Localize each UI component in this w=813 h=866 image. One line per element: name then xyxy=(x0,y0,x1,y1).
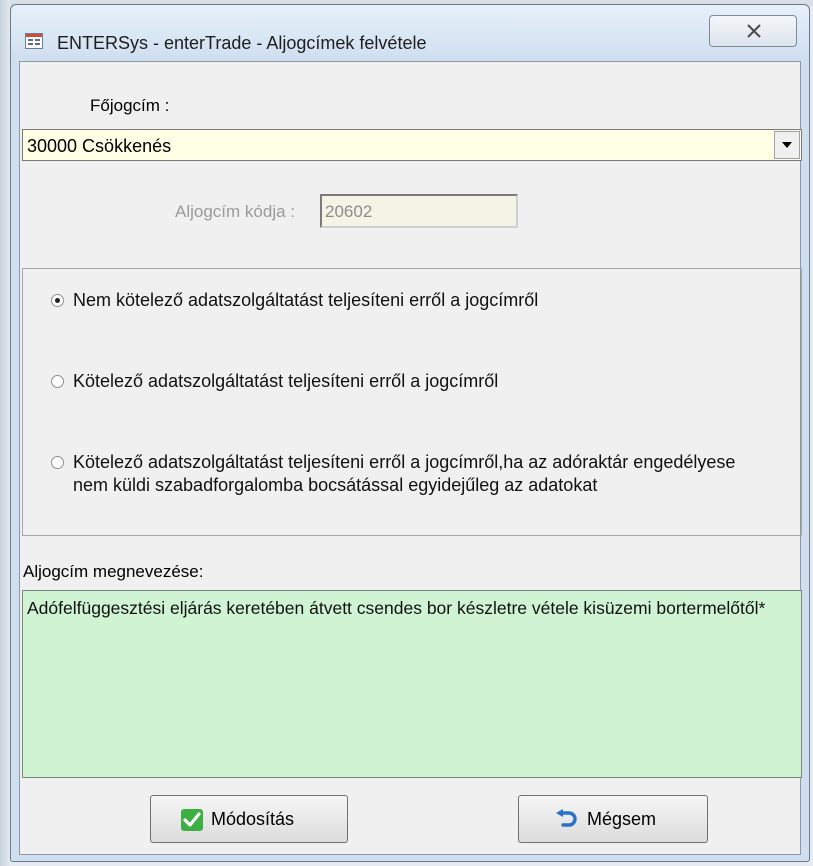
radio-kotelezo-ha[interactable] xyxy=(51,456,64,469)
aljogcim-kod-label: Aljogcím kódja : xyxy=(175,202,295,221)
radio-kotelezo[interactable] xyxy=(51,375,64,388)
radio-nem-kotelezo[interactable] xyxy=(51,294,64,307)
option-label: Kötelező adatszolgáltatást teljesíteni e… xyxy=(73,452,736,495)
checkmark-icon xyxy=(181,809,203,836)
undo-icon xyxy=(555,809,577,836)
megnevezes-textarea[interactable]: Adófelfüggesztési eljárás keretében átve… xyxy=(22,590,802,778)
fojogcim-select[interactable]: 30000 Csökkenés xyxy=(22,129,802,161)
megnevezes-label: Aljogcím megnevezése: xyxy=(23,562,204,581)
aljogcim-kod-field[interactable]: 20602 xyxy=(320,194,518,228)
chevron-down-icon xyxy=(782,142,792,148)
megsem-button[interactable]: Mégsem xyxy=(518,795,708,843)
dialog-body: Főjogcím : 30000 Csökkenés Aljogcím kódj… xyxy=(19,61,802,855)
dialog-window: ENTERSys - enterTrade - Aljogcímek felvé… xyxy=(10,4,810,862)
close-icon xyxy=(747,24,761,38)
fojogcim-label: Főjogcím : xyxy=(90,96,170,115)
dropdown-button[interactable] xyxy=(774,131,800,159)
adatszolgaltatas-group: Nem kötelező adatszolgáltatást teljesíte… xyxy=(22,268,802,536)
modositas-button[interactable]: Módosítás xyxy=(150,795,348,843)
option-label: Kötelező adatszolgáltatást teljesíteni e… xyxy=(73,371,499,391)
desktop-edge xyxy=(0,0,10,866)
title-bar[interactable]: ENTERSys - enterTrade - Aljogcímek felvé… xyxy=(11,5,809,61)
option-label: Nem kötelező adatszolgáltatást teljesíte… xyxy=(73,290,539,310)
fojogcim-selected-value: 30000 Csökkenés xyxy=(27,136,172,156)
modositas-label: Módosítás xyxy=(211,809,295,829)
close-button[interactable] xyxy=(709,15,797,47)
window-title: ENTERSys - enterTrade - Aljogcímek felvé… xyxy=(57,33,427,53)
app-icon xyxy=(25,33,43,49)
megsem-label: Mégsem xyxy=(587,809,657,829)
